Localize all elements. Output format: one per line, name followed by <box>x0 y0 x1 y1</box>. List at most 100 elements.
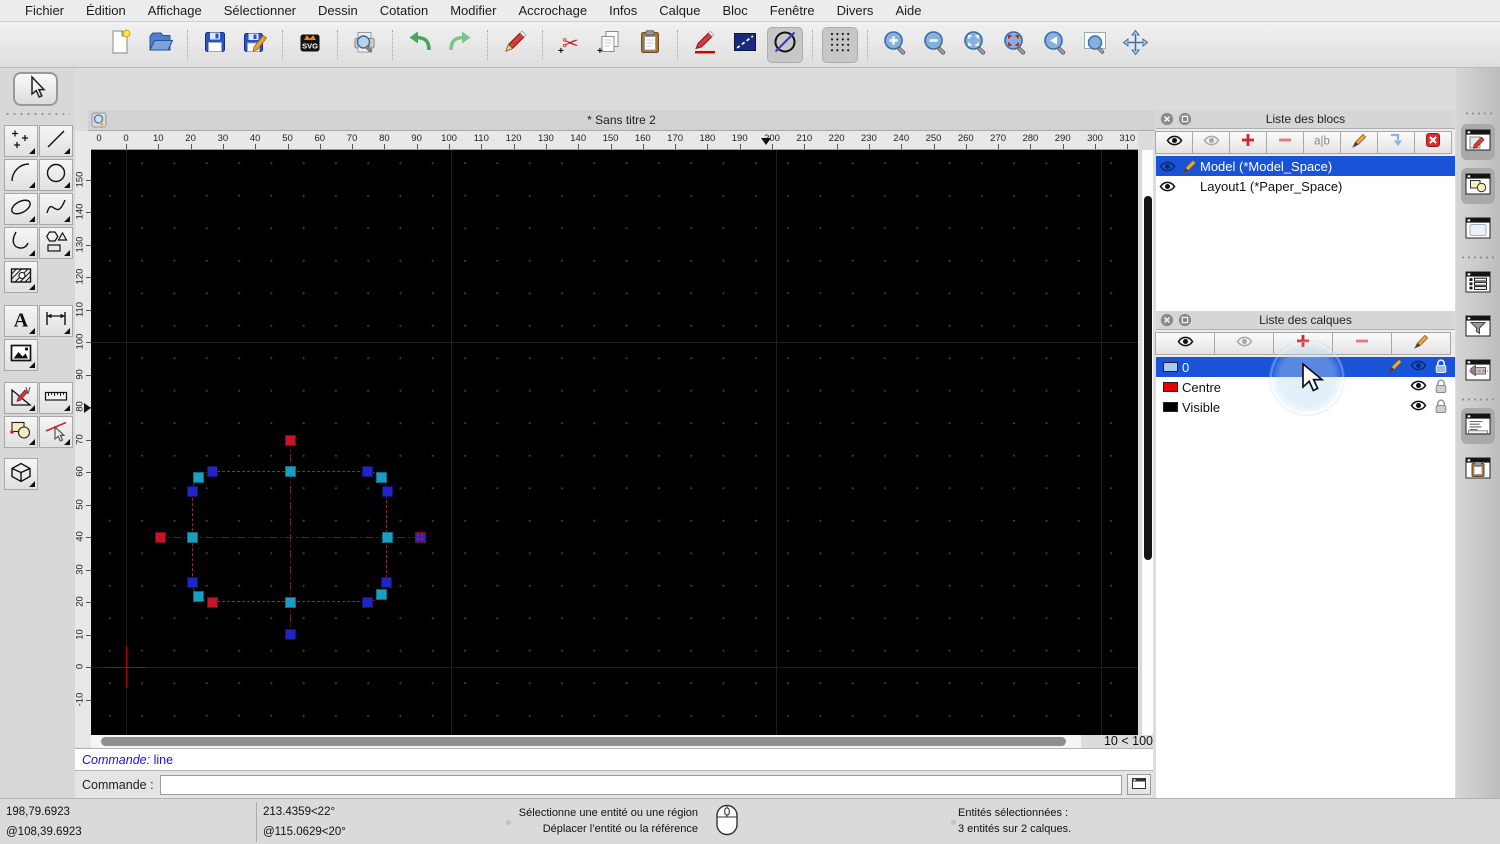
command-input[interactable] <box>159 774 1122 795</box>
menu-modifier[interactable]: Modifier <box>439 0 507 22</box>
drawing-canvas[interactable] <box>91 150 1138 735</box>
selection-handle-mixed[interactable] <box>414 531 426 543</box>
zoom-auto-button[interactable] <box>957 27 993 63</box>
selection-handle-red[interactable] <box>206 596 218 608</box>
menu-calque[interactable]: Calque <box>648 0 711 22</box>
copy-button[interactable]: + <box>592 27 628 63</box>
selection-handle-red[interactable] <box>154 531 166 543</box>
block-row[interactable]: Model (*Model_Space) <box>1156 156 1455 176</box>
dock-command-toggle-button[interactable] <box>1461 408 1495 444</box>
tool-block-button[interactable] <box>4 416 38 448</box>
tool-select-entity-button[interactable] <box>39 416 73 448</box>
tool-line-button[interactable] <box>39 125 73 157</box>
menu-edition[interactable]: Édition <box>75 0 137 22</box>
dock-list-toggle-button[interactable] <box>1461 266 1495 302</box>
eye-icon[interactable] <box>1410 359 1427 375</box>
dock-wall-toggle-button[interactable] <box>1461 354 1495 390</box>
tool-arc-button[interactable] <box>4 159 38 191</box>
zoom-pan-button[interactable] <box>1117 27 1153 63</box>
lock-icon[interactable] <box>1433 358 1449 377</box>
draw-order-button[interactable] <box>727 27 763 63</box>
tool-text-button[interactable]: A <box>4 305 38 337</box>
layers-eye-button[interactable] <box>1155 332 1215 355</box>
dock-clipboard-toggle-button[interactable] <box>1461 452 1495 488</box>
tool-circle-button[interactable] <box>39 159 73 191</box>
menu-divers[interactable]: Divers <box>826 0 885 22</box>
eye-icon[interactable] <box>1156 180 1178 193</box>
layers-plus-button[interactable] <box>1273 332 1333 355</box>
selection-handle-blue[interactable] <box>361 596 373 608</box>
menu-fenetre[interactable]: Fenêtre <box>759 0 826 22</box>
eye-icon[interactable] <box>1410 379 1427 395</box>
menu-affichage[interactable]: Affichage <box>137 0 213 22</box>
blocks-rename-button[interactable]: a|b <box>1303 131 1341 154</box>
eye-icon[interactable] <box>1410 399 1427 415</box>
tool-dimension-button[interactable] <box>39 305 73 337</box>
selection-tool-button[interactable] <box>13 72 58 106</box>
selection-handle-cyan[interactable] <box>375 588 387 600</box>
layers-eye-grey-button[interactable] <box>1214 332 1274 355</box>
close-icon[interactable] <box>1160 313 1174 327</box>
dock-block-toggle-button[interactable] <box>1461 168 1495 204</box>
tool-solid-button[interactable] <box>4 458 38 490</box>
selection-handle-cyan[interactable] <box>284 596 296 608</box>
save-button[interactable] <box>197 27 233 63</box>
tool-polyline-button[interactable] <box>4 227 38 259</box>
menu-infos[interactable]: Infos <box>598 0 648 22</box>
selection-handle-blue[interactable] <box>361 465 373 477</box>
selection-handle-cyan[interactable] <box>381 531 393 543</box>
tool-ellipse-button[interactable] <box>4 193 38 225</box>
edit-attributes-button[interactable] <box>687 27 723 63</box>
selection-handle-blue[interactable] <box>186 485 198 497</box>
selection-handle-red[interactable] <box>284 434 296 446</box>
zoom-in-button[interactable] <box>877 27 913 63</box>
undo-button[interactable] <box>402 27 438 63</box>
selection-handle-blue[interactable] <box>284 628 296 640</box>
eye-icon[interactable] <box>1156 160 1178 173</box>
print-preview-button[interactable] <box>347 27 383 63</box>
selection-handle-blue[interactable] <box>186 576 198 588</box>
blocks-eye-grey-button[interactable] <box>1192 131 1230 154</box>
layers-minus-button[interactable] <box>1332 332 1392 355</box>
horizontal-scrollbar[interactable] <box>91 735 1081 748</box>
blocks-eye-button[interactable] <box>1155 131 1193 154</box>
tool-polygon-button[interactable] <box>39 227 73 259</box>
paste-button[interactable] <box>632 27 668 63</box>
zoom-previous-button[interactable] <box>1037 27 1073 63</box>
menu-selectionner[interactable]: Sélectionner <box>213 0 307 22</box>
blocks-plus-button[interactable] <box>1229 131 1267 154</box>
layer-row-visible[interactable]: Visible <box>1156 397 1455 417</box>
menu-cotation[interactable]: Cotation <box>369 0 439 22</box>
float-icon[interactable] <box>1178 112 1192 126</box>
lock-icon[interactable] <box>1433 378 1449 397</box>
menu-fichier[interactable]: Fichier <box>14 0 75 22</box>
close-icon[interactable] <box>1160 112 1174 126</box>
lock-icon[interactable] <box>1433 398 1449 417</box>
menu-accrochage[interactable]: Accrochage <box>507 0 598 22</box>
selection-handle-blue[interactable] <box>206 465 218 477</box>
pencil-icon[interactable] <box>1178 158 1200 175</box>
selection-handle-cyan[interactable] <box>375 471 387 483</box>
deselect-all-button[interactable] <box>767 26 803 63</box>
layer-row-centre[interactable]: Centre <box>1156 377 1455 397</box>
zoom-out-button[interactable] <box>917 27 953 63</box>
tool-modify-button[interactable] <box>4 382 38 414</box>
grid-toggle-button[interactable] <box>822 26 858 63</box>
zoom-window-button[interactable] <box>1077 27 1113 63</box>
menu-aide[interactable]: Aide <box>884 0 932 22</box>
tool-hatch-button[interactable] <box>4 261 38 293</box>
svg-export-button[interactable]: SVG <box>292 27 328 63</box>
tool-measure-button[interactable] <box>39 382 73 414</box>
blocks-pencil-button[interactable] <box>1340 131 1378 154</box>
selection-handle-cyan[interactable] <box>192 590 204 602</box>
selection-handle-blue[interactable] <box>381 485 393 497</box>
blocks-minus-button[interactable] <box>1266 131 1304 154</box>
dock-library-toggle-button[interactable] <box>1461 212 1495 248</box>
selection-handle-cyan[interactable] <box>186 531 198 543</box>
vertical-scrollbar-thumb[interactable] <box>1143 196 1152 560</box>
vertical-scrollbar[interactable] <box>1141 150 1153 735</box>
menu-bloc[interactable]: Bloc <box>711 0 758 22</box>
tool-spline-button[interactable] <box>39 193 73 225</box>
layer-row-0[interactable]: 0 <box>1156 357 1455 377</box>
float-icon[interactable] <box>1178 313 1192 327</box>
